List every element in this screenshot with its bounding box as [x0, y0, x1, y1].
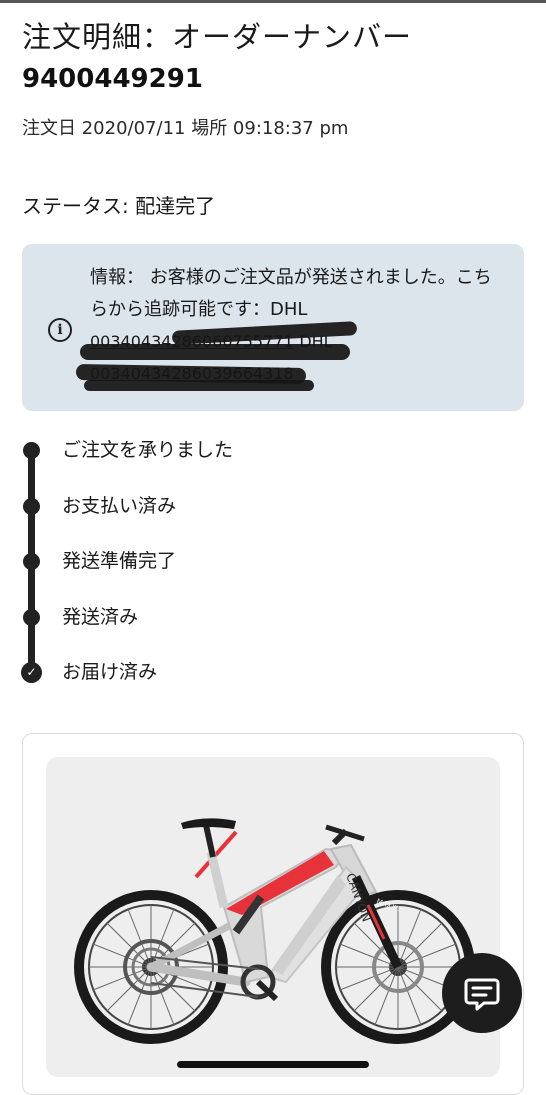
check-icon: ✓: [21, 662, 42, 683]
shipping-info-box: i 情報： お客様のご注文品が発送されました。こちらから追跡可能です：DHL 0…: [22, 244, 524, 411]
timeline-step: お支払い済み: [0, 486, 546, 526]
timeline-step: ✓ お届け済み: [0, 652, 546, 692]
timeline-step-label: 発送済み: [62, 606, 139, 628]
bike-illustration: CANYON MAXXIS MAXXIS: [74, 818, 475, 1044]
timeline-step: ご注文を承りました: [0, 430, 546, 470]
timeline-step-label: お届け済み: [62, 661, 158, 683]
chat-button[interactable]: [442, 953, 522, 1033]
info-message: 情報： お客様のご注文品が発送されました。こちらから追跡可能です：DHL: [90, 267, 492, 320]
timeline-step-label: お支払い済み: [62, 495, 177, 517]
order-status: ステータス: 配達完了: [22, 194, 216, 218]
status-bar-edge: [0, 0, 546, 3]
timeline-dot: [23, 498, 40, 515]
timeline-dot: [23, 609, 40, 626]
product-card[interactable]: CANYON MAXXIS MAXXIS: [22, 733, 524, 1095]
redaction-scribble: [84, 380, 314, 391]
redaction-scribble: [80, 344, 350, 360]
info-icon: i: [48, 318, 72, 342]
home-indicator[interactable]: [177, 1061, 369, 1068]
timeline-step-label: 発送準備完了: [62, 550, 177, 572]
timeline-step: 発送済み: [0, 597, 546, 637]
timeline-dot: [23, 442, 40, 459]
chat-bubble-icon: [464, 978, 500, 1011]
order-number: 9400449291: [22, 64, 203, 94]
page-title: 注文明細：オーダーナンバー: [22, 20, 413, 54]
timeline-dot: [23, 553, 40, 570]
timeline-step: 発送準備完了: [0, 541, 546, 581]
mountain-bike-image[interactable]: CANYON MAXXIS MAXXIS: [46, 757, 500, 1077]
order-date: 注文日 2020/07/11 場所 09:18:37 pm: [22, 118, 349, 139]
order-progress-timeline: ご注文を承りました お支払い済み 発送準備完了 発送済み ✓ お届け済み: [0, 430, 546, 690]
timeline-step-label: ご注文を承りました: [62, 439, 234, 461]
